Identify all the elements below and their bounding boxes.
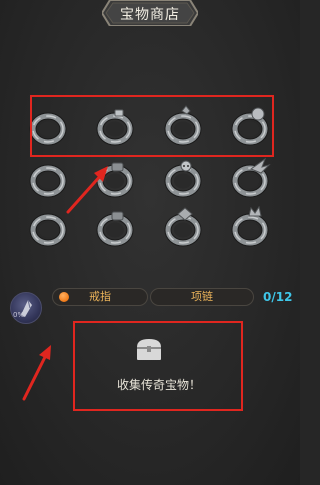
page-title: 宝物商店 [120, 7, 180, 23]
arrow-to-ring [66, 166, 108, 214]
tab-necklace-label: 项链 [191, 290, 213, 303]
tab-rings-label: 戒指 [89, 290, 111, 303]
ring-icon [164, 207, 202, 247]
ring-icon [231, 157, 271, 198]
ring-7-item[interactable] [164, 157, 206, 199]
treasure-shop-screen: 宝物商店 0% 戒指 项链 0/12 收集传奇宝物！ [0, 0, 300, 485]
highlight-box-ring-row [30, 95, 274, 157]
chest-icon [137, 339, 161, 360]
ring-8-item[interactable] [231, 157, 273, 199]
ring-icon [231, 206, 269, 247]
arrow-to-empty-panel [22, 345, 51, 401]
ring-11-item[interactable] [164, 206, 206, 248]
collection-count: 0/12 [263, 290, 293, 304]
empty-collection-message: 收集传奇宝物！ [116, 378, 201, 392]
collection-badge[interactable]: 0% [10, 292, 42, 324]
ring-icon [164, 160, 202, 198]
title-banner: 宝物商店 [102, 0, 198, 26]
selected-dot-icon [59, 292, 69, 302]
tab-necklace[interactable]: 项链 [150, 288, 254, 306]
highlight-box-empty-panel [73, 321, 243, 411]
collection-percent: 0% [13, 311, 25, 319]
ring-12-item[interactable] [231, 206, 273, 248]
tab-rings[interactable]: 戒指 [52, 288, 148, 306]
